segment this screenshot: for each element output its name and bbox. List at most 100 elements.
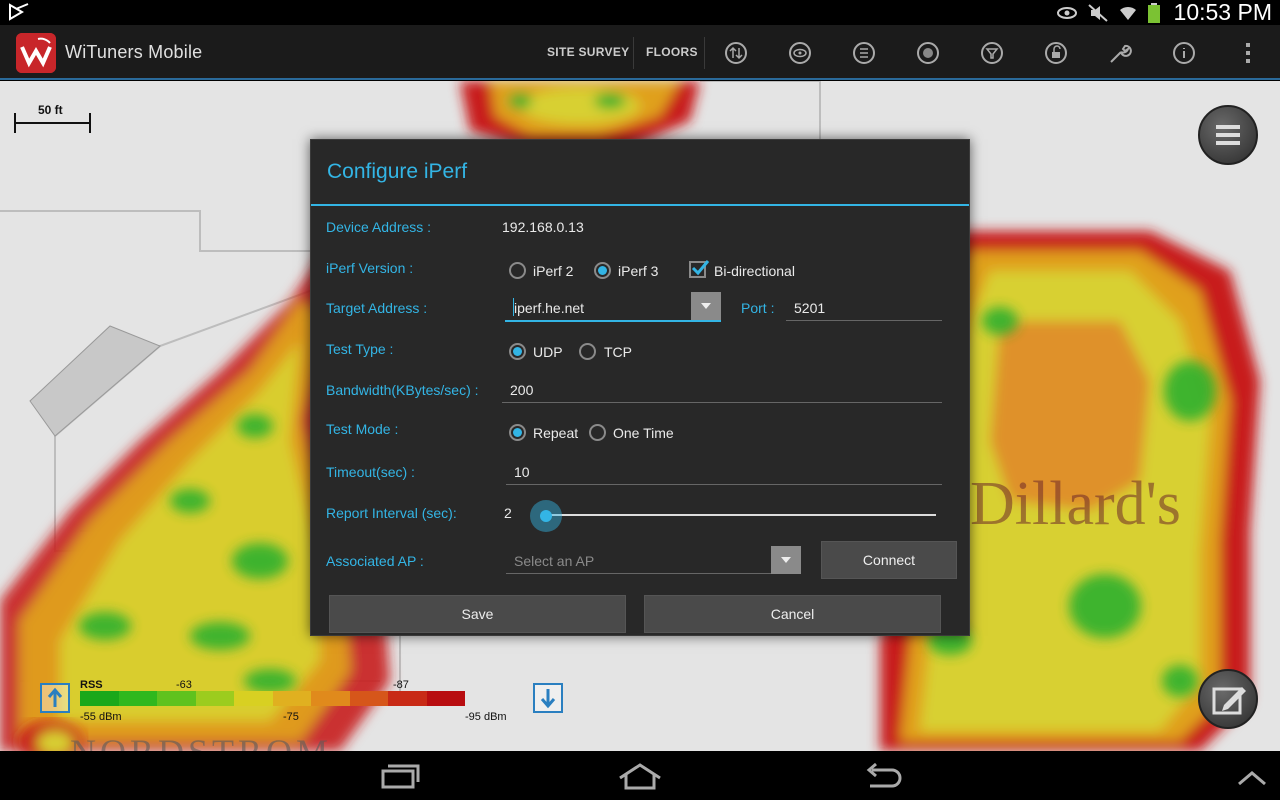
arrow-down-icon [540, 689, 556, 709]
floors-menu[interactable]: FLOORS [646, 45, 698, 59]
associated-ap-select[interactable]: Select an AP [514, 553, 594, 569]
port-input[interactable]: 5201 [794, 300, 825, 316]
checkmark-icon [691, 260, 710, 276]
legend-color-segment [311, 691, 350, 706]
port-label: Port : [741, 300, 775, 316]
wifi-icon [1118, 4, 1138, 27]
timeout-label: Timeout(sec) : [326, 464, 415, 480]
port-underline [786, 320, 942, 321]
scale-label: 50 ft [38, 103, 63, 117]
repeat-radio[interactable] [509, 424, 526, 441]
recent-apps-icon[interactable] [380, 762, 420, 795]
target-address-input[interactable]: iperf.he.net [514, 300, 584, 316]
clock: 10:53 PM [1173, 0, 1272, 25]
floor-up-button[interactable] [40, 683, 70, 713]
system-navigation-bar [0, 752, 1280, 800]
legend-color-segment [426, 691, 465, 706]
bidirectional-checkbox[interactable] [689, 260, 710, 278]
info-icon[interactable] [1172, 41, 1196, 65]
hamburger-icon [1216, 125, 1240, 145]
dialog-title-divider [311, 204, 969, 206]
legend-value: -75 [283, 711, 299, 723]
one-time-radio[interactable] [589, 424, 606, 441]
device-address-value: 192.168.0.13 [502, 219, 584, 235]
back-icon[interactable] [862, 762, 902, 795]
target-address-dropdown-icon[interactable] [691, 292, 721, 320]
one-time-label[interactable]: One Time [613, 425, 674, 441]
tablet-screen: 10:53 PM WiTuners Mobile SITE SURVEY FLO… [0, 0, 1280, 800]
test-type-label: Test Type : [326, 341, 394, 357]
target-address-underline [505, 320, 721, 322]
wrench-icon[interactable] [1108, 41, 1132, 65]
legend-value: -55 dBm [80, 711, 122, 723]
store-label-dillards: Dillard's [970, 470, 1181, 538]
associated-ap-dropdown-icon[interactable] [771, 546, 801, 574]
legend-color-segment [234, 691, 273, 706]
udp-radio[interactable] [509, 343, 526, 360]
cancel-button[interactable]: Cancel [644, 595, 941, 633]
app-logo-icon[interactable] [16, 33, 56, 73]
timeout-input[interactable]: 10 [514, 464, 530, 480]
tcp-label[interactable]: TCP [604, 344, 632, 360]
sort-icon[interactable] [724, 41, 748, 65]
site-survey-menu[interactable]: SITE SURVEY [547, 45, 629, 59]
status-bar: 10:53 PM [0, 0, 1280, 25]
list-icon[interactable] [852, 41, 876, 65]
report-interval-slider[interactable] [548, 514, 936, 516]
save-button[interactable]: Save [329, 595, 626, 633]
edit-button[interactable] [1198, 669, 1258, 729]
eye-status-icon [1056, 5, 1078, 26]
udp-label[interactable]: UDP [533, 344, 563, 360]
iperf2-label[interactable]: iPerf 2 [533, 263, 573, 279]
legend-color-segment [349, 691, 388, 706]
filter-icon[interactable] [980, 41, 1004, 65]
target-icon[interactable] [916, 41, 940, 65]
legend-value: -87 [393, 679, 409, 691]
dialog-title: Configure iPerf [327, 160, 468, 183]
store-label-nordstrom: NORDSTROM [70, 731, 332, 751]
floor-down-button[interactable] [533, 683, 563, 713]
legend-title: RSS [80, 679, 103, 691]
test-mode-label: Test Mode : [326, 421, 399, 437]
legend-color-segment [388, 691, 427, 706]
app-title: WiTuners Mobile [65, 42, 203, 62]
timeout-underline [506, 484, 942, 485]
tcp-radio[interactable] [579, 343, 596, 360]
legend-value: -95 dBm [465, 711, 507, 723]
home-icon[interactable] [618, 762, 662, 795]
menu-divider [633, 37, 634, 69]
device-address-label: Device Address : [326, 219, 432, 235]
edit-icon [1212, 687, 1246, 715]
iperf-version-label: iPerf Version : [326, 260, 414, 276]
legend-color-segment [157, 691, 196, 706]
legend-color-segment [80, 691, 119, 706]
legend-value: -63 [176, 679, 192, 691]
play-store-notification-icon [8, 3, 30, 26]
eye-icon[interactable] [788, 41, 812, 65]
target-address-label: Target Address : [326, 300, 428, 316]
bandwidth-input[interactable]: 200 [510, 382, 533, 398]
legend-color-segment [195, 691, 234, 706]
slider-thumb[interactable] [540, 510, 552, 522]
connect-button[interactable]: Connect [821, 541, 957, 579]
iperf3-label[interactable]: iPerf 3 [618, 263, 658, 279]
unlock-icon[interactable] [1044, 41, 1068, 65]
bidirectional-label[interactable]: Bi-directional [714, 263, 795, 279]
configure-iperf-dialog: Configure iPerf Device Address : 192.168… [310, 139, 970, 636]
associated-ap-underline [506, 573, 801, 574]
bandwidth-label: Bandwidth(KBytes/sec) : [326, 382, 479, 398]
chevron-up-icon[interactable] [1236, 768, 1268, 793]
report-interval-label: Report Interval (sec): [326, 505, 457, 521]
action-bar: WiTuners Mobile SITE SURVEY FLOORS [0, 25, 1280, 80]
iperf3-radio[interactable] [594, 262, 611, 279]
overflow-menu-icon[interactable] [1236, 41, 1260, 65]
arrow-up-icon [47, 687, 63, 707]
repeat-label[interactable]: Repeat [533, 425, 578, 441]
iperf2-radio[interactable] [509, 262, 526, 279]
report-interval-value: 2 [504, 505, 512, 521]
map-menu-button[interactable] [1198, 105, 1258, 165]
menu-divider [704, 37, 705, 69]
rss-legend: RSS -63 -87 -55 dBm -75 -95 dBm [78, 679, 518, 729]
bandwidth-underline [502, 402, 942, 403]
associated-ap-label: Associated AP : [326, 553, 424, 569]
